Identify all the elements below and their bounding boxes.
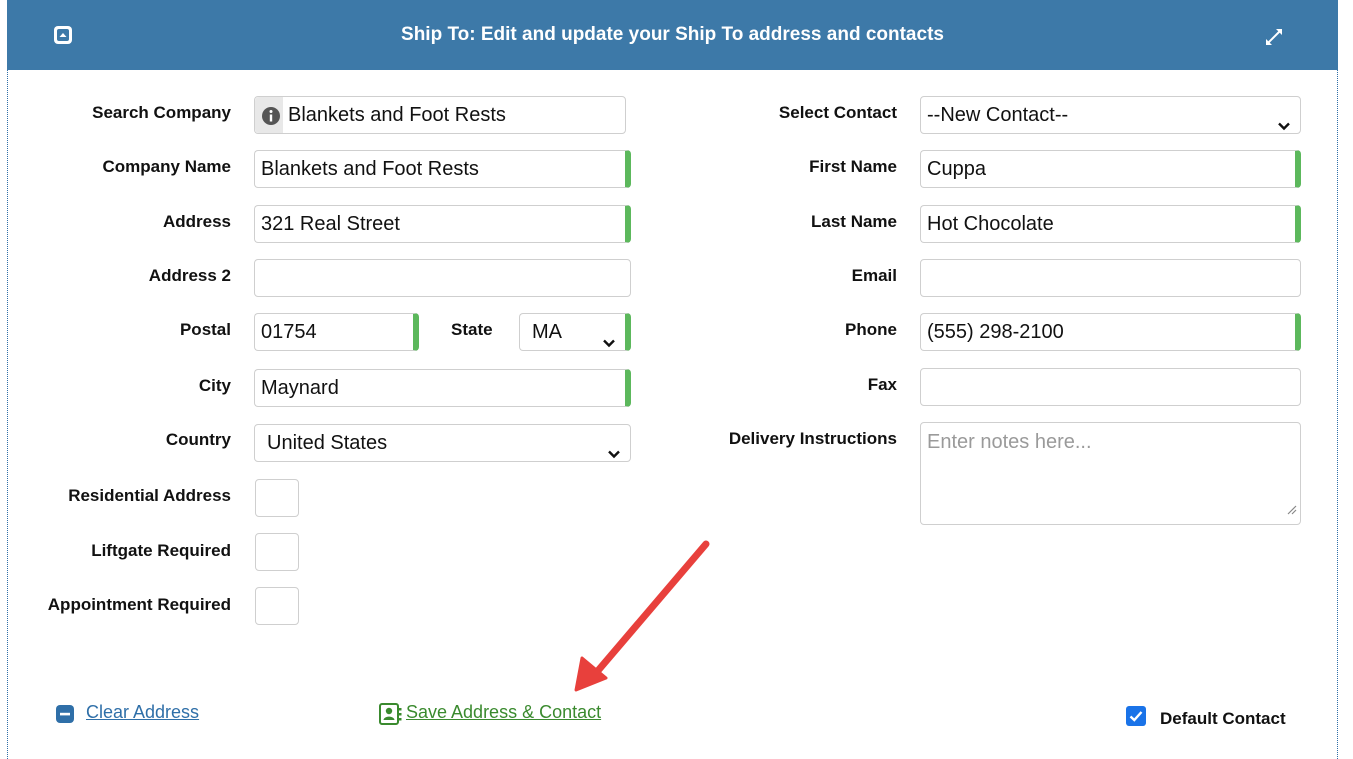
select-contact-select[interactable]: --New Contact-- [920,96,1301,134]
resize-grip-icon[interactable] [1287,498,1297,521]
address-label: Address [162,212,231,231]
city-input[interactable]: Maynard [254,369,631,407]
address-input[interactable]: 321 Real Street [254,205,631,243]
postal-label: Postal [179,320,231,339]
city-label: City [198,376,231,395]
select-contact-value: --New Contact-- [927,104,1069,126]
fax-input[interactable] [920,368,1301,406]
residential-label: Residential Address [68,486,231,505]
last-name-label: Last Name [811,212,897,231]
panel-title: Ship To: Edit and update your Ship To ad… [401,24,944,45]
chevron-down-icon [1277,109,1291,133]
search-company-value: Blankets and Foot Rests [288,104,506,126]
delivery-instructions-textarea[interactable]: Enter notes here... [920,422,1301,525]
company-name-input[interactable]: Blankets and Foot Rests [254,150,631,188]
panel-header: Ship To: Edit and update your Ship To ad… [7,0,1338,70]
delivery-instructions-placeholder: Enter notes here... [927,431,1092,453]
email-label: Email [851,266,897,285]
fax-label: Fax [867,375,897,394]
annotation-arrow [560,530,720,705]
delivery-instructions-label: Delivery Instructions [728,429,897,448]
contact-card-icon[interactable] [379,703,403,730]
search-company-label: Search Company [92,103,231,122]
country-label: Country [165,430,231,449]
appointment-label: Appointment Required [47,595,231,614]
save-address-contact-link[interactable]: Save Address & Contact [406,702,601,723]
clear-address-link[interactable]: Clear Address [86,702,199,723]
default-contact-label: Default Contact [1160,709,1286,728]
country-select[interactable]: United States [254,424,631,462]
state-select[interactable]: MA [519,313,631,351]
chevron-down-icon [607,437,621,461]
first-name-input[interactable]: Cuppa [920,150,1301,188]
last-name-input[interactable]: Hot Chocolate [920,205,1301,243]
phone-input[interactable]: (555) 298-2100 [920,313,1301,351]
select-contact-label: Select Contact [778,103,897,122]
liftgate-checkbox[interactable] [255,533,299,571]
expand-icon[interactable] [1263,26,1285,53]
state-label: State [451,320,493,339]
address2-label: Address 2 [148,266,231,285]
appointment-checkbox[interactable] [255,587,299,625]
postal-input[interactable]: 01754 [254,313,419,351]
address2-input[interactable] [254,259,631,297]
phone-label: Phone [845,320,897,339]
first-name-label: First Name [809,157,897,176]
state-value: MA [532,321,562,343]
company-name-label: Company Name [102,157,231,176]
minus-square-icon[interactable] [55,704,75,729]
chevron-down-icon [602,326,616,350]
liftgate-label: Liftgate Required [91,541,231,560]
checkbox-checked-icon[interactable] [1126,706,1146,731]
residential-checkbox[interactable] [255,479,299,517]
email-input[interactable] [920,259,1301,297]
info-icon [261,106,281,131]
search-company-input[interactable]: Blankets and Foot Rests [254,96,626,134]
country-value: United States [267,432,388,454]
